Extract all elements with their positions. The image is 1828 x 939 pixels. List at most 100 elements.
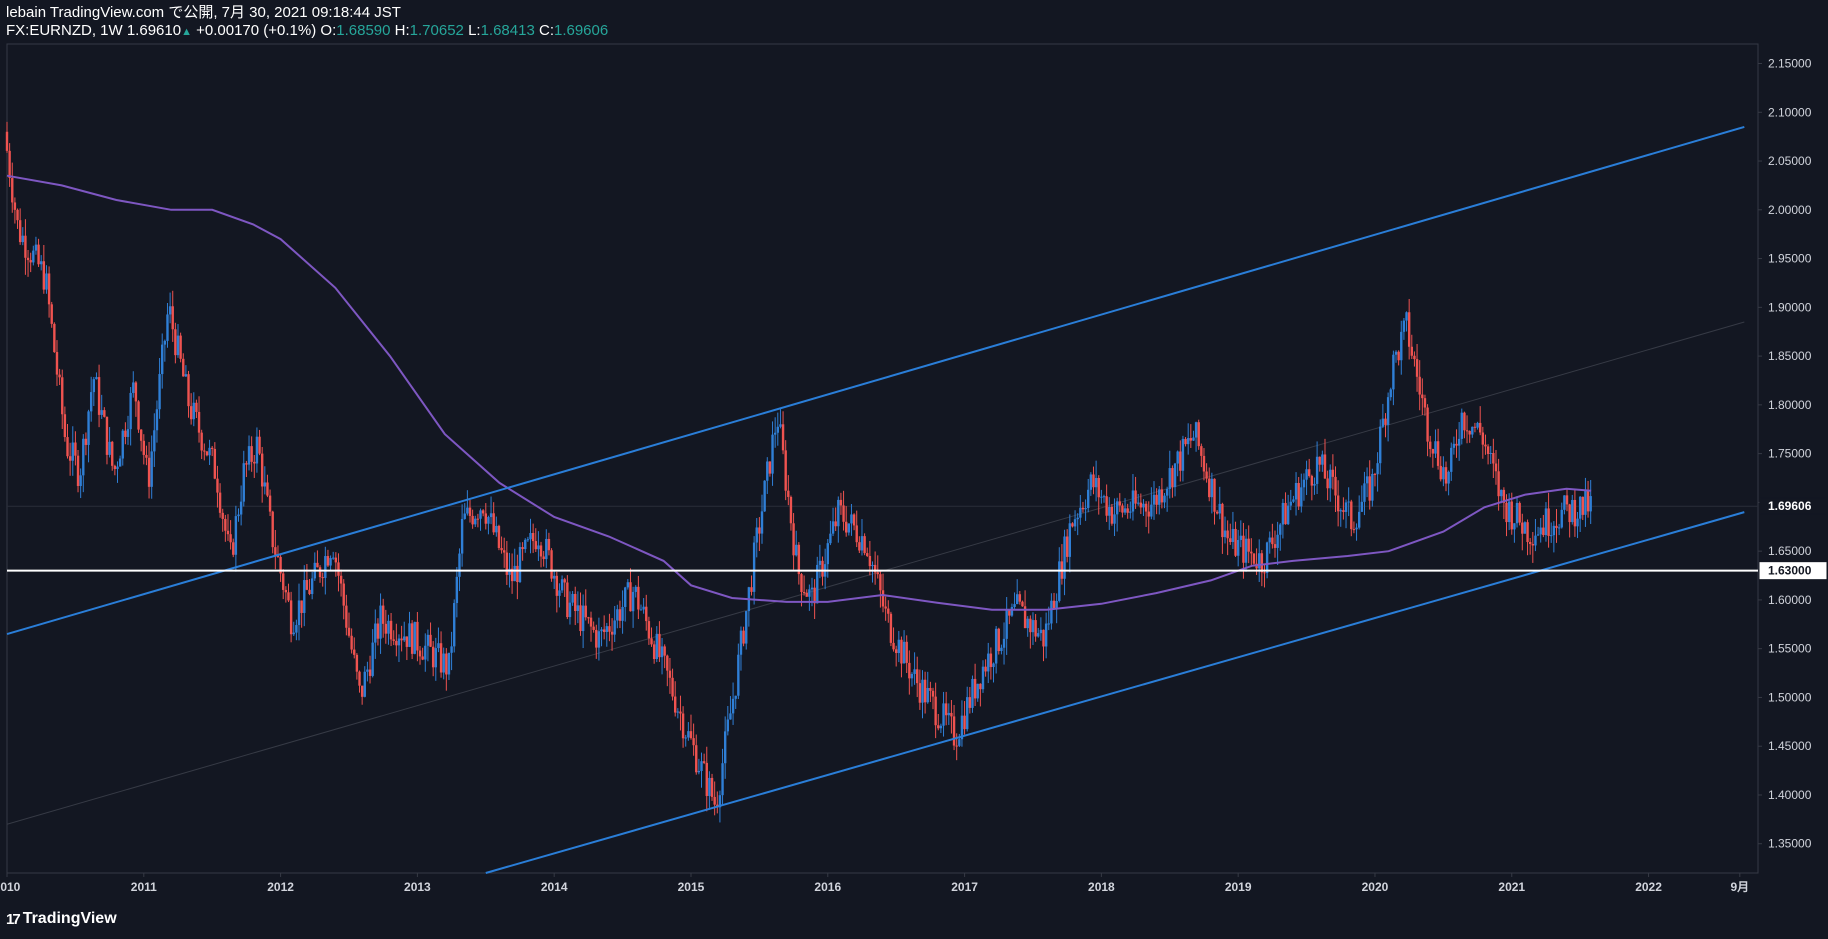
y-tick-label: 1.95000 bbox=[1768, 252, 1812, 266]
candle-body bbox=[139, 429, 143, 441]
candle-body bbox=[1094, 477, 1098, 488]
candle-body bbox=[1279, 524, 1282, 535]
candle-body bbox=[345, 605, 348, 628]
candle-body bbox=[39, 261, 43, 265]
candle-body bbox=[26, 257, 30, 261]
candle-body bbox=[13, 202, 17, 210]
candle-body bbox=[595, 629, 598, 648]
candle-body bbox=[771, 434, 774, 474]
candle-body bbox=[113, 465, 117, 470]
candle-body bbox=[1031, 620, 1035, 633]
candle-body bbox=[529, 532, 532, 540]
candle-body bbox=[910, 673, 914, 679]
y-tick-label: 1.85000 bbox=[1768, 349, 1812, 363]
candle-body bbox=[1310, 475, 1314, 486]
candle-body bbox=[1573, 499, 1577, 527]
candle-body bbox=[332, 557, 335, 559]
candle-body bbox=[1034, 620, 1037, 637]
candle-body bbox=[584, 605, 587, 618]
candle-body bbox=[913, 669, 916, 674]
candle-body bbox=[1423, 398, 1427, 408]
candle-body bbox=[1273, 544, 1277, 548]
candle-body bbox=[684, 737, 687, 739]
candle-body bbox=[737, 654, 740, 696]
candle-body bbox=[1510, 501, 1513, 530]
candle-body bbox=[574, 593, 577, 611]
candle-body bbox=[1113, 514, 1116, 524]
candle-body bbox=[800, 574, 803, 593]
candle-body bbox=[50, 304, 53, 324]
candle-body bbox=[847, 523, 851, 533]
candle-body bbox=[392, 639, 395, 641]
candle-body bbox=[1326, 478, 1329, 489]
candle-body bbox=[487, 517, 490, 524]
candle-body bbox=[329, 558, 332, 566]
candle-body bbox=[118, 458, 122, 467]
candle-body bbox=[752, 542, 756, 592]
candle-body bbox=[905, 641, 908, 663]
candle-body bbox=[834, 521, 837, 527]
candle-body bbox=[616, 609, 619, 621]
candle-body bbox=[1402, 320, 1406, 332]
candle-body bbox=[624, 587, 627, 607]
candle-body bbox=[955, 745, 958, 747]
candle-body bbox=[621, 606, 624, 621]
candle-body bbox=[1331, 469, 1335, 477]
candle-body bbox=[489, 513, 493, 518]
candle-body bbox=[137, 401, 140, 430]
candle-body bbox=[916, 669, 919, 684]
candle-body bbox=[652, 644, 656, 659]
candle-body bbox=[1389, 389, 1392, 398]
candle-body bbox=[518, 547, 522, 583]
candle-body bbox=[631, 591, 635, 612]
candle-body bbox=[142, 440, 145, 455]
candle-body bbox=[1471, 426, 1474, 435]
candle-body bbox=[439, 643, 443, 673]
candle-body bbox=[902, 641, 906, 664]
candle-body bbox=[92, 379, 96, 393]
candle-body bbox=[671, 677, 674, 697]
candle-body bbox=[1400, 331, 1403, 361]
candle-body bbox=[973, 678, 977, 699]
candle-body bbox=[1150, 504, 1153, 517]
candle-body bbox=[342, 583, 345, 606]
x-tick-label: 2011 bbox=[131, 880, 157, 894]
candle-body bbox=[29, 260, 32, 263]
candle-body bbox=[297, 600, 301, 626]
candle-body bbox=[881, 590, 885, 607]
price-chart[interactable]: 2.15000 2.10000 2.05000 2.00000 1.95000 1.900… bbox=[0, 0, 1828, 939]
candle-body bbox=[1555, 525, 1558, 529]
candle-body bbox=[610, 631, 614, 635]
candle-body bbox=[679, 711, 682, 714]
brand-name: TradingView bbox=[22, 910, 117, 927]
candle-body bbox=[831, 521, 835, 534]
candle-body bbox=[1431, 448, 1435, 454]
candle-body bbox=[1263, 572, 1266, 574]
candle-body bbox=[321, 577, 324, 579]
candle-body bbox=[55, 352, 59, 375]
candle-body bbox=[1534, 535, 1537, 546]
candle-body bbox=[768, 461, 772, 474]
candle-body bbox=[1436, 441, 1440, 466]
candle-body bbox=[1426, 407, 1429, 442]
candle-body bbox=[1121, 505, 1124, 513]
candle-body bbox=[460, 518, 464, 554]
candle-body bbox=[1357, 511, 1361, 528]
candle-body bbox=[208, 447, 211, 456]
candle-body bbox=[842, 505, 845, 522]
candle-body bbox=[552, 575, 556, 579]
candle-body bbox=[1329, 469, 1332, 489]
candle-body bbox=[592, 626, 595, 630]
candle-body bbox=[1476, 422, 1479, 428]
candle-body bbox=[310, 578, 314, 595]
candle-body bbox=[1202, 455, 1206, 472]
candle-body bbox=[418, 650, 422, 657]
candle-body bbox=[234, 516, 238, 555]
candle-body bbox=[1397, 351, 1400, 361]
x-tick-label: 2020 bbox=[1362, 880, 1389, 894]
tradingview-branding[interactable]: 17 TradingView bbox=[6, 910, 117, 928]
candle-body bbox=[260, 453, 264, 487]
candle-body bbox=[1557, 527, 1561, 529]
candle-body bbox=[1318, 456, 1321, 465]
candle-body bbox=[1321, 454, 1324, 465]
